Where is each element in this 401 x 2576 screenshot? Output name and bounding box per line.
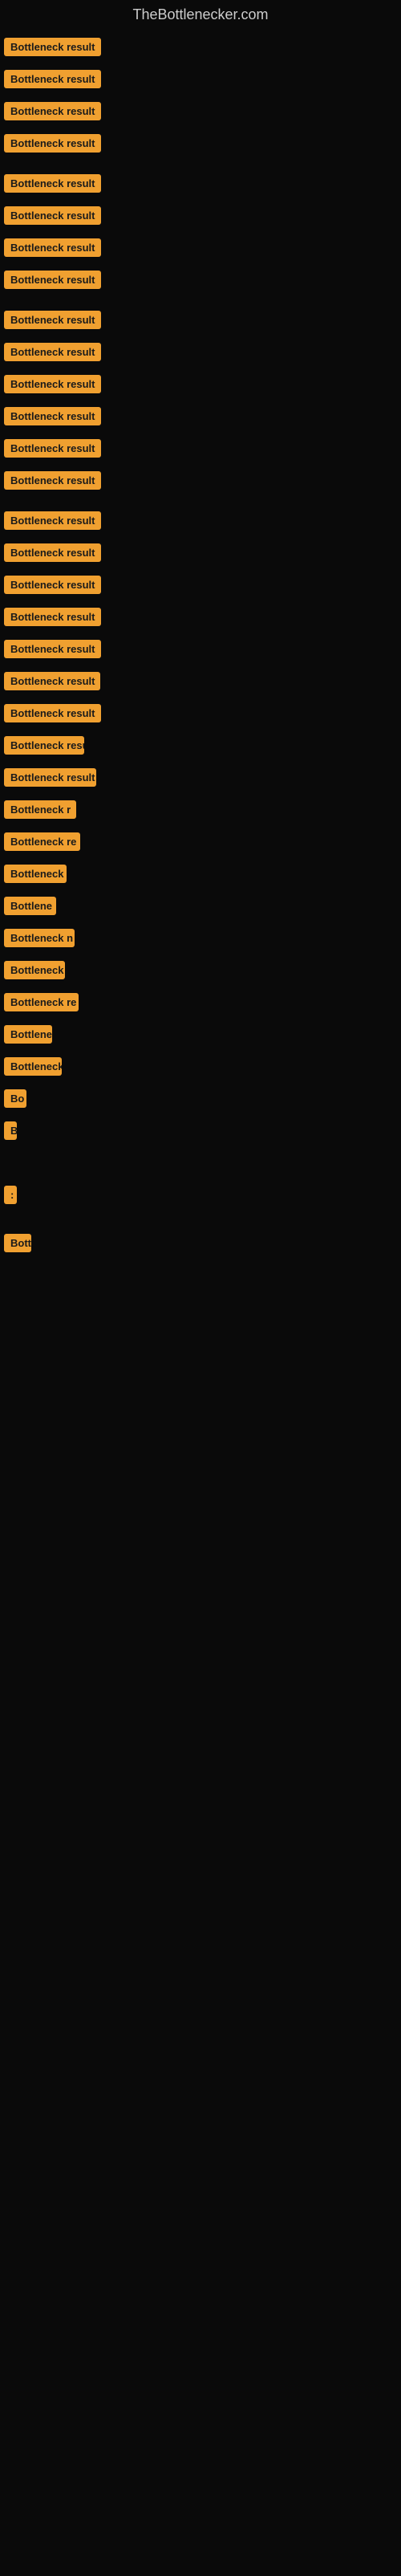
bottleneck-result-row[interactable]: :	[4, 1186, 17, 1208]
bottleneck-result-label: Bottleneck result	[4, 174, 101, 193]
bottleneck-result-row[interactable]: Bottleneck result	[4, 174, 101, 197]
bottleneck-result-label: Bottleneck result	[4, 511, 101, 530]
bottleneck-result-row[interactable]: Bottleneck result	[4, 238, 101, 261]
bottleneck-result-row[interactable]: Bottleneck result	[4, 271, 101, 293]
bottleneck-result-label: Bottleneck result	[4, 672, 100, 690]
bottleneck-result-row[interactable]: Bottleneck result	[4, 736, 84, 759]
bottleneck-result-label: Bottlene	[4, 1025, 52, 1044]
bottleneck-result-row[interactable]: Bottleneck result	[4, 543, 101, 566]
bottleneck-result-row[interactable]: Bottleneck result	[4, 311, 101, 333]
bottleneck-result-label: Bottleneck	[4, 961, 65, 979]
bottleneck-result-row[interactable]: Bottleneck n	[4, 929, 75, 951]
bottleneck-result-row[interactable]: Bottleneck result	[4, 343, 101, 365]
bottleneck-result-label: Bottleneck result	[4, 375, 101, 393]
bottleneck-result-label: Bottleneck re	[4, 832, 80, 851]
bottleneck-result-label: Bottlene	[4, 897, 56, 915]
bottleneck-result-row[interactable]: Bo	[4, 1089, 26, 1112]
bottleneck-result-row[interactable]: Bottleneck result	[4, 38, 101, 60]
bottleneck-result-row[interactable]: Bottleneck result	[4, 511, 101, 534]
bottleneck-result-label: Bottleneck result	[4, 576, 101, 594]
bottleneck-result-label: Bottleneck result	[4, 736, 84, 755]
bottleneck-result-row[interactable]: Bottleneck result	[4, 375, 101, 397]
bottleneck-result-label: Bottleneck result	[4, 439, 101, 458]
bottleneck-result-row[interactable]: Bottleneck result	[4, 471, 101, 494]
bottleneck-result-label: Bottleneck result	[4, 206, 101, 225]
bottleneck-result-row[interactable]: Bottleneck result	[4, 704, 101, 726]
bottleneck-result-label: Bottleneck re	[4, 993, 79, 1011]
bottleneck-result-label: Bottleneck	[4, 865, 67, 883]
bottleneck-result-label: Bottleneck result	[4, 70, 101, 88]
bottleneck-result-label: :	[4, 1186, 17, 1204]
bottleneck-result-row[interactable]: Bottlene	[4, 897, 56, 919]
bottleneck-result-row[interactable]: Bottleneck result	[4, 102, 101, 124]
bottleneck-result-row[interactable]: Bottleneck result	[4, 608, 101, 630]
bottleneck-result-row[interactable]: Bottlene	[4, 1025, 52, 1048]
bottleneck-result-row[interactable]: Bottleneck result	[4, 70, 101, 92]
bottleneck-result-label: Bottleneck result	[4, 543, 101, 562]
bottleneck-result-row[interactable]: Bottleneck	[4, 961, 65, 983]
bottleneck-result-label: Bottleneck result	[4, 343, 101, 361]
bottleneck-result-label: Bottleneck result	[4, 704, 101, 722]
bottleneck-result-label: Bo	[4, 1089, 26, 1108]
bottleneck-result-row[interactable]: Bottleneck result	[4, 206, 101, 229]
bottleneck-result-label: Bottleneck n	[4, 929, 75, 947]
bottleneck-result-label: Bott	[4, 1234, 31, 1252]
bottleneck-result-label: Bottleneck result	[4, 271, 101, 289]
bottleneck-result-label: Bottleneck result	[4, 768, 96, 787]
bottleneck-result-label: Bottleneck result	[4, 134, 101, 153]
bottleneck-result-label: Bottleneck r	[4, 800, 76, 819]
bottleneck-result-row[interactable]: B	[4, 1121, 17, 1144]
bottleneck-result-label: Bottleneck	[4, 1057, 62, 1076]
bottleneck-result-label: Bottleneck result	[4, 640, 101, 658]
bottleneck-result-row[interactable]: Bottleneck result	[4, 672, 100, 694]
bottleneck-result-row[interactable]: Bottleneck result	[4, 768, 96, 791]
bottleneck-result-label: B	[4, 1121, 17, 1140]
bottleneck-result-row[interactable]: Bottleneck result	[4, 134, 101, 157]
bottleneck-result-row[interactable]: Bottleneck	[4, 865, 67, 887]
bottleneck-result-label: Bottleneck result	[4, 608, 101, 626]
bottleneck-result-row[interactable]: Bottleneck result	[4, 439, 101, 462]
bottleneck-result-label: Bottleneck result	[4, 238, 101, 257]
bottleneck-result-label: Bottleneck result	[4, 102, 101, 120]
bottleneck-result-row[interactable]: Bottleneck result	[4, 407, 101, 429]
bottleneck-result-label: Bottleneck result	[4, 471, 101, 490]
bottleneck-result-row[interactable]: Bottleneck re	[4, 993, 79, 1015]
bottleneck-result-row[interactable]: Bottleneck r	[4, 800, 76, 823]
bottleneck-result-row[interactable]: Bottleneck result	[4, 640, 101, 662]
bottleneck-result-row[interactable]: Bott	[4, 1234, 31, 1256]
bottleneck-result-label: Bottleneck result	[4, 407, 101, 425]
bottleneck-result-label: Bottleneck result	[4, 311, 101, 329]
bottleneck-result-row[interactable]: Bottleneck result	[4, 576, 101, 598]
bottleneck-result-row[interactable]: Bottleneck	[4, 1057, 62, 1080]
bottleneck-result-row[interactable]: Bottleneck re	[4, 832, 80, 855]
bottleneck-result-label: Bottleneck result	[4, 38, 101, 56]
site-title: TheBottlenecker.com	[0, 0, 401, 31]
